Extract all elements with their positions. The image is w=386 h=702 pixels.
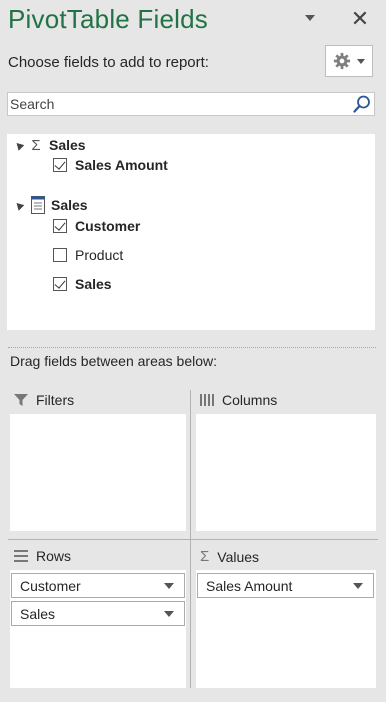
columns-label: Columns xyxy=(222,392,278,408)
section-divider xyxy=(8,347,376,348)
chevron-down-icon[interactable] xyxy=(353,583,363,589)
field-item-sales[interactable]: Sales xyxy=(53,273,112,295)
sigma-icon: Σ xyxy=(200,548,210,565)
search-icon[interactable] xyxy=(352,94,372,114)
pill-label: Customer xyxy=(20,577,81,594)
field-item-product[interactable]: Product xyxy=(53,244,123,266)
area-divider-horizontal xyxy=(8,539,378,540)
columns-icon xyxy=(200,394,214,406)
pill-label: Sales xyxy=(20,605,56,622)
close-icon[interactable]: ✕ xyxy=(350,8,370,30)
filters-area-title: Filters xyxy=(14,392,74,408)
sigma-icon: Σ xyxy=(31,136,41,154)
values-area-title: Σ Values xyxy=(200,548,259,565)
search-box[interactable] xyxy=(7,92,375,116)
field-item-sales-amount[interactable]: Sales Amount xyxy=(53,154,168,176)
pane-title: PivotTable Fields xyxy=(8,4,208,34)
field-checkbox[interactable] xyxy=(53,158,67,172)
table-icon xyxy=(31,196,45,214)
table-name: Sales xyxy=(51,197,88,213)
field-group-sales-measures[interactable]: Σ Sales xyxy=(13,134,86,156)
filters-drop-zone[interactable] xyxy=(10,414,186,531)
filter-icon xyxy=(14,394,28,406)
field-checkbox[interactable] xyxy=(53,219,67,233)
field-checkbox[interactable] xyxy=(53,248,67,262)
pill-label: Sales Amount xyxy=(206,577,293,594)
search-input[interactable] xyxy=(10,94,340,114)
columns-area-title: Columns xyxy=(200,392,277,408)
rows-field-customer[interactable]: Customer xyxy=(11,573,185,598)
choose-fields-label: Choose fields to add to report: xyxy=(8,54,209,71)
field-group-sales-table[interactable]: Sales xyxy=(13,194,88,216)
collapse-icon[interactable] xyxy=(13,199,25,211)
task-pane-options-icon[interactable] xyxy=(300,8,320,28)
values-label: Values xyxy=(217,548,260,565)
rows-field-sales[interactable]: Sales xyxy=(11,601,185,626)
rows-label: Rows xyxy=(36,548,72,564)
drag-fields-label: Drag fields between areas below: xyxy=(10,353,218,369)
field-label: Product xyxy=(75,247,124,263)
field-checkbox[interactable] xyxy=(53,277,67,291)
tools-button[interactable] xyxy=(325,45,373,77)
filters-label: Filters xyxy=(36,392,75,408)
chevron-down-icon[interactable] xyxy=(164,611,174,617)
table-name: Sales xyxy=(49,137,86,153)
field-item-customer[interactable]: Customer xyxy=(53,215,140,237)
rows-area-title: Rows xyxy=(14,548,71,564)
rows-icon xyxy=(14,550,28,562)
chevron-down-icon xyxy=(357,58,365,64)
columns-drop-zone[interactable] xyxy=(196,414,376,531)
chevron-down-icon[interactable] xyxy=(164,583,174,589)
field-label: Customer xyxy=(75,218,141,234)
field-label: Sales xyxy=(75,276,112,292)
field-label: Sales Amount xyxy=(75,157,168,173)
values-field-sales-amount[interactable]: Sales Amount xyxy=(197,573,374,598)
gear-icon xyxy=(333,52,351,70)
collapse-icon[interactable] xyxy=(13,139,25,151)
field-list: Σ Sales Sales Amount Sales Customer Prod… xyxy=(7,134,375,330)
